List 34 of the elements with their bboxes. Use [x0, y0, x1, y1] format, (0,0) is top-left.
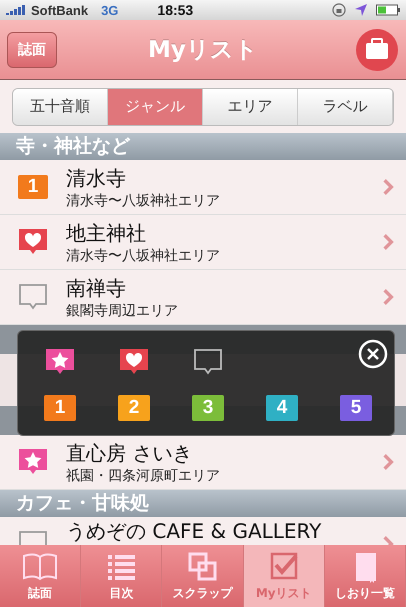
- number-label-icon: 3: [192, 395, 224, 421]
- battery-icon: [376, 4, 400, 16]
- screen-title: Myリスト: [148, 36, 258, 65]
- chevron-icon: [382, 178, 394, 196]
- area-name: 銀閣寺周辺エリア: [66, 302, 179, 320]
- section-header: カフェ・甘味処: [0, 490, 406, 517]
- network-type: 3G: [101, 2, 118, 18]
- suitcase-button-icon[interactable]: [355, 28, 399, 72]
- rotation-lock-icon: [332, 3, 346, 17]
- close-icon[interactable]: [358, 339, 388, 369]
- number-label-icon: 4: [266, 395, 298, 421]
- chevron-icon: [382, 453, 394, 471]
- number-label-icon: 1: [44, 395, 76, 421]
- area-name: 清水寺〜八坂神社エリア: [66, 192, 221, 210]
- number-label-icon: 5: [340, 395, 372, 421]
- clock: 18:53: [157, 2, 194, 18]
- segment-tab[interactable]: エリア: [203, 88, 298, 124]
- area-name: 祇園・四条河原町エリア: [66, 466, 221, 484]
- section-header: 寺・神社など: [0, 133, 406, 160]
- location-arrow-icon: [354, 3, 368, 17]
- segment-tab[interactable]: ラベル: [298, 88, 393, 124]
- signal-icon: [6, 5, 26, 15]
- place-name: 南禅寺: [66, 274, 127, 302]
- chevron-icon: [382, 288, 394, 306]
- area-name: 清水寺〜八坂神社エリア: [66, 246, 221, 264]
- chevron-icon: [382, 233, 394, 251]
- place-name: 地主神社: [66, 220, 147, 246]
- carrier-name: SoftBank: [31, 2, 88, 18]
- number-label-icon: 1: [18, 175, 48, 199]
- segment-tab[interactable]: 五十音順: [13, 88, 108, 124]
- place-name: 清水寺: [66, 164, 127, 192]
- number-label-icon: 2: [118, 395, 150, 421]
- place-name: うめぞの CAFE & GALLERY: [66, 520, 322, 542]
- place-name: 直心房 さいき: [66, 440, 194, 466]
